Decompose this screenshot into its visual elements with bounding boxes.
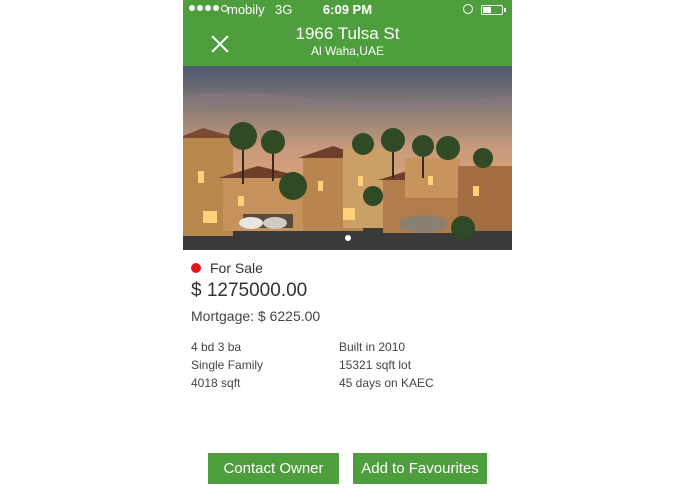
page-subtitle: Al Waha,UAE — [311, 44, 384, 58]
status-badge — [191, 263, 201, 273]
listing-price: $ 1275000.00 — [191, 280, 308, 301]
lot-size: 15321 sqft lot — [339, 358, 412, 372]
listing-status: For Sale — [210, 260, 263, 276]
header-bar: mobily 3G 6:09 PM 1966 Tulsa St Al Waha,… — [183, 0, 512, 66]
mortgage-estimate: Mortgage: $ 6225.00 — [191, 308, 321, 324]
status-bar: mobily 3G 6:09 PM — [183, 0, 512, 20]
facts-left: 4 bd 3 ba Single Family 4018 sqft — [191, 338, 263, 392]
property-type: Single Family — [191, 358, 264, 372]
contact-owner-button[interactable]: Contact Owner — [208, 453, 339, 484]
alarm-icon — [463, 4, 473, 14]
property-detail-screen: mobily 3G 6:09 PM 1966 Tulsa St Al Waha,… — [183, 0, 512, 494]
carousel-indicator[interactable] — [345, 235, 351, 241]
property-photo[interactable] — [183, 66, 512, 250]
floor-area: 4018 sqft — [191, 376, 241, 390]
facts-right: Built in 2010 15321 sqft lot 45 days on … — [339, 338, 434, 392]
add-to-favourites-button[interactable]: Add to Favourites — [353, 453, 487, 484]
days-on-market: 45 days on KAEC — [339, 376, 434, 390]
beds-baths: 4 bd 3 ba — [191, 340, 242, 354]
property-photo-image — [183, 66, 512, 250]
page-title: 1966 Tulsa St — [295, 24, 400, 43]
year-built: Built in 2010 — [339, 340, 406, 354]
battery-icon — [481, 5, 506, 15]
